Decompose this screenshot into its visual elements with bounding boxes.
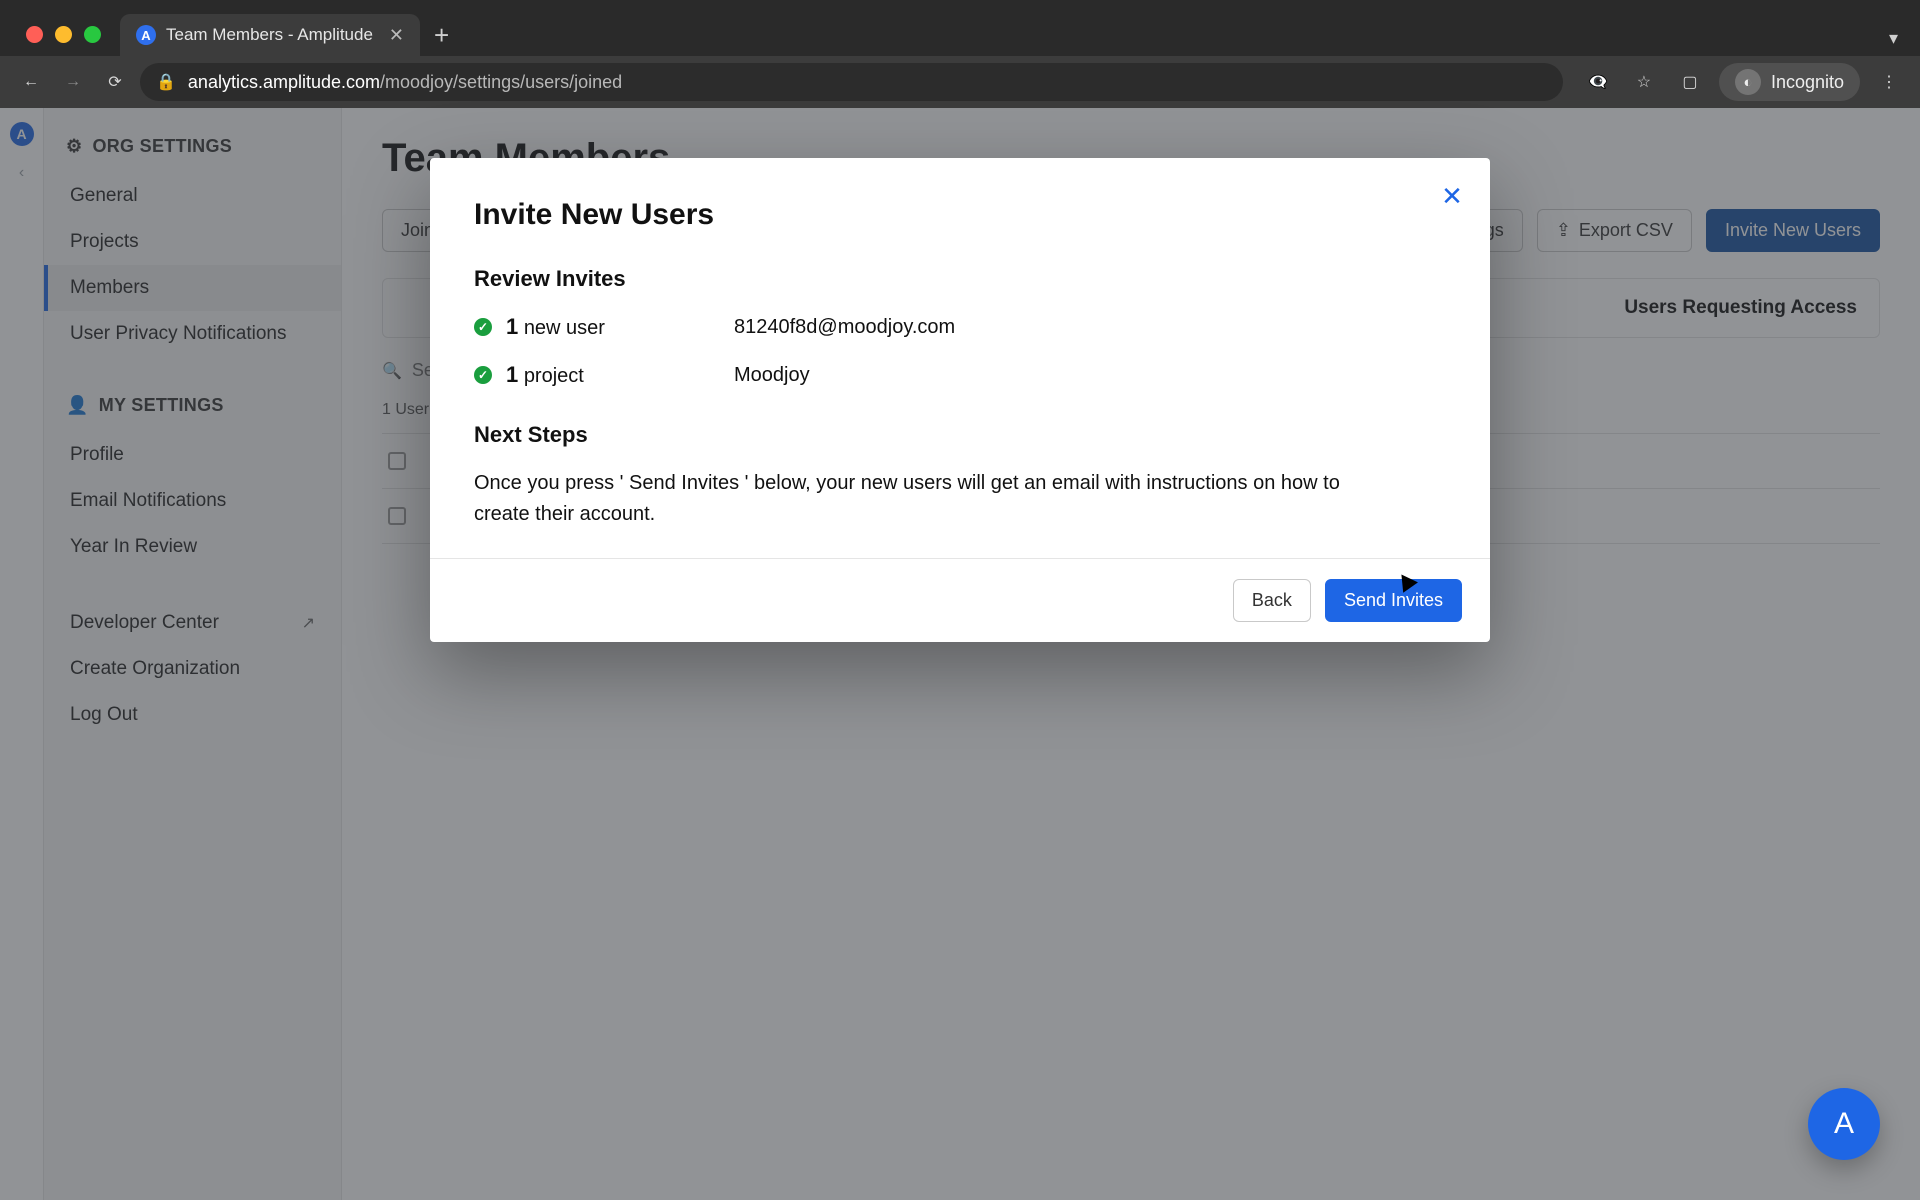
review-list: ✓ 1 new user 81240f8d@moodjoy.com ✓ 1 pr… bbox=[474, 314, 1446, 388]
review-row-projects: ✓ 1 project Moodjoy bbox=[474, 362, 1446, 388]
bookmark-star-icon[interactable]: ☆ bbox=[1627, 65, 1661, 99]
check-circle-icon: ✓ bbox=[474, 366, 492, 384]
next-steps-header: Next Steps bbox=[474, 422, 1446, 448]
eye-off-icon[interactable]: 👁️‍🗨️ bbox=[1581, 65, 1615, 99]
modal-overlay[interactable]: ✕ Invite New Users Review Invites ✓ 1 ne… bbox=[0, 108, 1920, 1200]
minimize-window-dot[interactable] bbox=[55, 26, 72, 43]
app-viewport: A ‹ ⚙ ORG SETTINGS General Projects Memb… bbox=[0, 108, 1920, 1200]
modal-footer: Back Send Invites bbox=[430, 558, 1490, 642]
browser-tabstrip: A Team Members - Amplitude ✕ + bbox=[120, 14, 1900, 56]
tab-title: Team Members - Amplitude bbox=[166, 25, 373, 45]
nav-reload-button[interactable]: ⟳ bbox=[98, 65, 132, 99]
review-value: 81240f8d@moodjoy.com bbox=[734, 316, 955, 339]
lock-icon: 🔒 bbox=[156, 72, 176, 92]
browser-tab-active[interactable]: A Team Members - Amplitude ✕ bbox=[120, 14, 420, 56]
zoom-window-dot[interactable] bbox=[84, 26, 101, 43]
review-invites-header: Review Invites bbox=[474, 266, 1446, 292]
check-circle-icon: ✓ bbox=[474, 318, 492, 336]
tab-close-icon[interactable]: ✕ bbox=[389, 25, 404, 46]
next-steps-text: Once you press ' Send Invites ' below, y… bbox=[474, 468, 1384, 530]
tablist-caret-icon[interactable]: ▾ bbox=[1889, 28, 1898, 49]
url-path: /moodjoy/settings/users/joined bbox=[380, 72, 622, 92]
close-window-dot[interactable] bbox=[26, 26, 43, 43]
review-label: new user bbox=[524, 317, 605, 339]
modal-title: Invite New Users bbox=[474, 198, 1446, 232]
kebab-menu-icon[interactable]: ⋮ bbox=[1872, 65, 1906, 99]
close-icon: ✕ bbox=[1441, 181, 1463, 212]
send-invites-button[interactable]: Send Invites bbox=[1325, 579, 1462, 622]
modal-close-button[interactable]: ✕ bbox=[1432, 176, 1472, 216]
incognito-label: Incognito bbox=[1771, 72, 1844, 93]
amplitude-glyph-icon: A bbox=[1834, 1107, 1854, 1141]
incognito-chip[interactable]: ◐ Incognito bbox=[1719, 63, 1860, 101]
review-label: project bbox=[524, 365, 584, 387]
review-value: Moodjoy bbox=[734, 364, 810, 387]
review-count: 1 bbox=[506, 314, 518, 339]
panel-icon[interactable]: ▢ bbox=[1673, 65, 1707, 99]
window-traffic-lights[interactable] bbox=[26, 26, 101, 43]
url-host: analytics.amplitude.com bbox=[188, 72, 380, 92]
nav-back-button[interactable]: ← bbox=[14, 65, 48, 99]
address-bar[interactable]: 🔒 analytics.amplitude.com/moodjoy/settin… bbox=[140, 63, 1563, 101]
new-tab-button[interactable]: + bbox=[434, 22, 449, 48]
review-row-users: ✓ 1 new user 81240f8d@moodjoy.com bbox=[474, 314, 1446, 340]
incognito-mask-icon: ◐ bbox=[1735, 69, 1761, 95]
nav-forward-button[interactable]: → bbox=[56, 65, 90, 99]
review-count: 1 bbox=[506, 362, 518, 387]
amplitude-favicon-icon: A bbox=[136, 25, 156, 45]
help-fab[interactable]: A bbox=[1808, 1088, 1880, 1160]
browser-toolbar: ← → ⟳ 🔒 analytics.amplitude.com/moodjoy/… bbox=[0, 56, 1920, 108]
invite-users-modal: ✕ Invite New Users Review Invites ✓ 1 ne… bbox=[430, 158, 1490, 642]
back-button[interactable]: Back bbox=[1233, 579, 1311, 622]
